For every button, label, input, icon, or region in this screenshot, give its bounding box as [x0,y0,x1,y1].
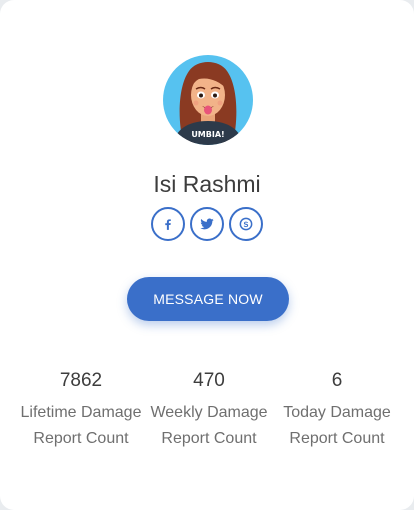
skype-button[interactable] [229,207,263,241]
svg-text:UMBIA!: UMBIA! [191,130,224,139]
stat-label: Today Damage Report Count [283,404,391,447]
social-links [0,207,414,241]
stat-value: 470 [193,370,225,391]
profile-name: Isi Rashmi [153,171,261,197]
stats-row: 7862 Lifetime Damage Report Count 470 We… [17,368,402,451]
avatar: UMBIA! [163,55,253,145]
twitter-button[interactable] [190,207,224,241]
twitter-icon [200,218,214,230]
stat-label: Weekly Damage Report Count [150,404,268,447]
stat-lifetime: 7862 Lifetime Damage Report Count [17,368,145,451]
stat-value: 6 [331,370,343,391]
stat-weekly: 470 Weekly Damage Report Count [145,368,273,451]
message-now-button[interactable]: MESSAGE NOW [127,277,289,321]
profile-card: UMBIA! Isi Rashmi MESSAGE NOW 7862 Lifet… [0,0,414,510]
skype-icon [239,217,253,231]
stat-value: 7862 [59,370,103,391]
stat-label: Lifetime Damage Report Count [20,404,142,447]
facebook-icon [165,219,171,230]
avatar-illustration: UMBIA! [173,62,243,145]
stat-today: 6 Today Damage Report Count [273,368,401,451]
facebook-button[interactable] [151,207,185,241]
